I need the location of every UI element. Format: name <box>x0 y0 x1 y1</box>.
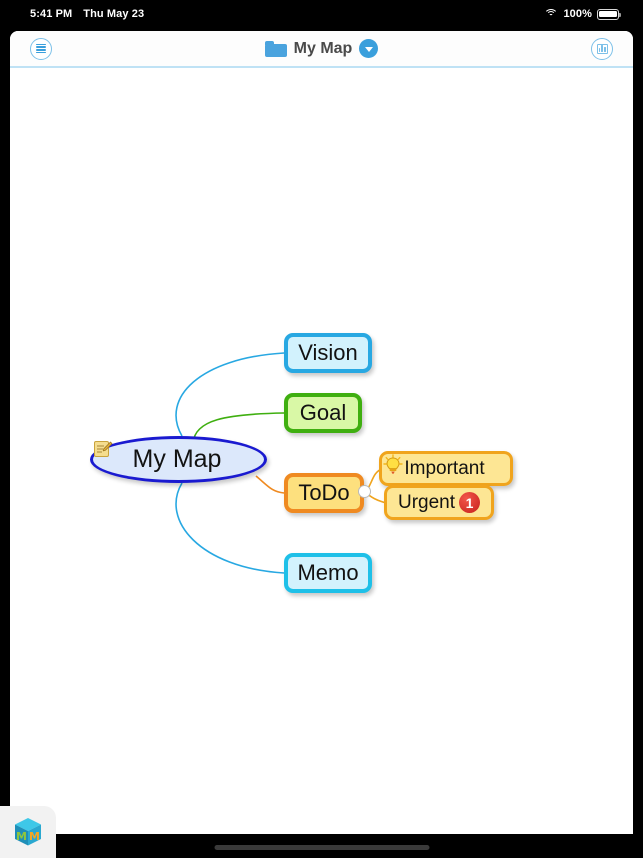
node-label: ToDo <box>298 480 350 505</box>
node-label: Important <box>404 457 485 479</box>
battery-full-icon <box>597 8 621 20</box>
svg-text:M: M <box>16 830 27 843</box>
mindmap-node-vision[interactable]: Vision <box>284 333 372 373</box>
priority-badge: 1 <box>459 492 481 513</box>
status-time: 5:41 PM <box>30 8 73 20</box>
wifi-icon <box>544 8 559 20</box>
dock-app-tab[interactable]: M M <box>0 806 56 858</box>
status-date: Thu May 23 <box>83 8 145 20</box>
mindmap-app-icon: M M <box>15 818 41 846</box>
node-label: My Map <box>132 445 222 473</box>
status-bar-right: 100% <box>544 8 621 20</box>
node-label: Urgent <box>397 491 456 513</box>
device-screen: 5:41 PM Thu May 23 100% My Map My Map Vi… <box>0 0 643 858</box>
battery-percent-label: 100% <box>563 8 592 20</box>
toolbar: My Map <box>10 31 633 68</box>
mindmap-node-goal[interactable]: Goal <box>284 393 362 433</box>
node-label: Goal <box>299 400 347 425</box>
mindmap-node-urgent[interactable]: Urgent 1 <box>384 485 494 520</box>
folder-icon <box>264 40 287 57</box>
mindmap-node-memo[interactable]: Memo <box>284 553 372 593</box>
mindmap-node-todo[interactable]: ToDo <box>284 473 364 513</box>
mindmap-node-root[interactable]: My Map <box>90 436 267 483</box>
grid-view-icon[interactable] <box>591 37 613 60</box>
svg-text:M: M <box>29 830 40 843</box>
home-indicator <box>214 845 429 850</box>
mindmap-node-important[interactable]: Important <box>379 451 513 486</box>
node-label: Vision <box>298 340 358 365</box>
status-bar: 5:41 PM Thu May 23 100% <box>0 0 643 28</box>
status-bar-left: 5:41 PM Thu May 23 <box>30 8 144 20</box>
chevron-down-icon[interactable] <box>359 39 379 58</box>
map-title-group: My Map <box>10 39 633 58</box>
node-label: Memo <box>297 560 359 585</box>
todo-collapse-handle[interactable] <box>358 485 371 498</box>
page-title: My Map <box>293 39 353 57</box>
mindmap-canvas[interactable]: My Map Vision Goal ToDo Memo Important U… <box>10 68 633 834</box>
app-window: My Map My Map Vision Goal ToDo Memo Impo… <box>10 31 633 834</box>
